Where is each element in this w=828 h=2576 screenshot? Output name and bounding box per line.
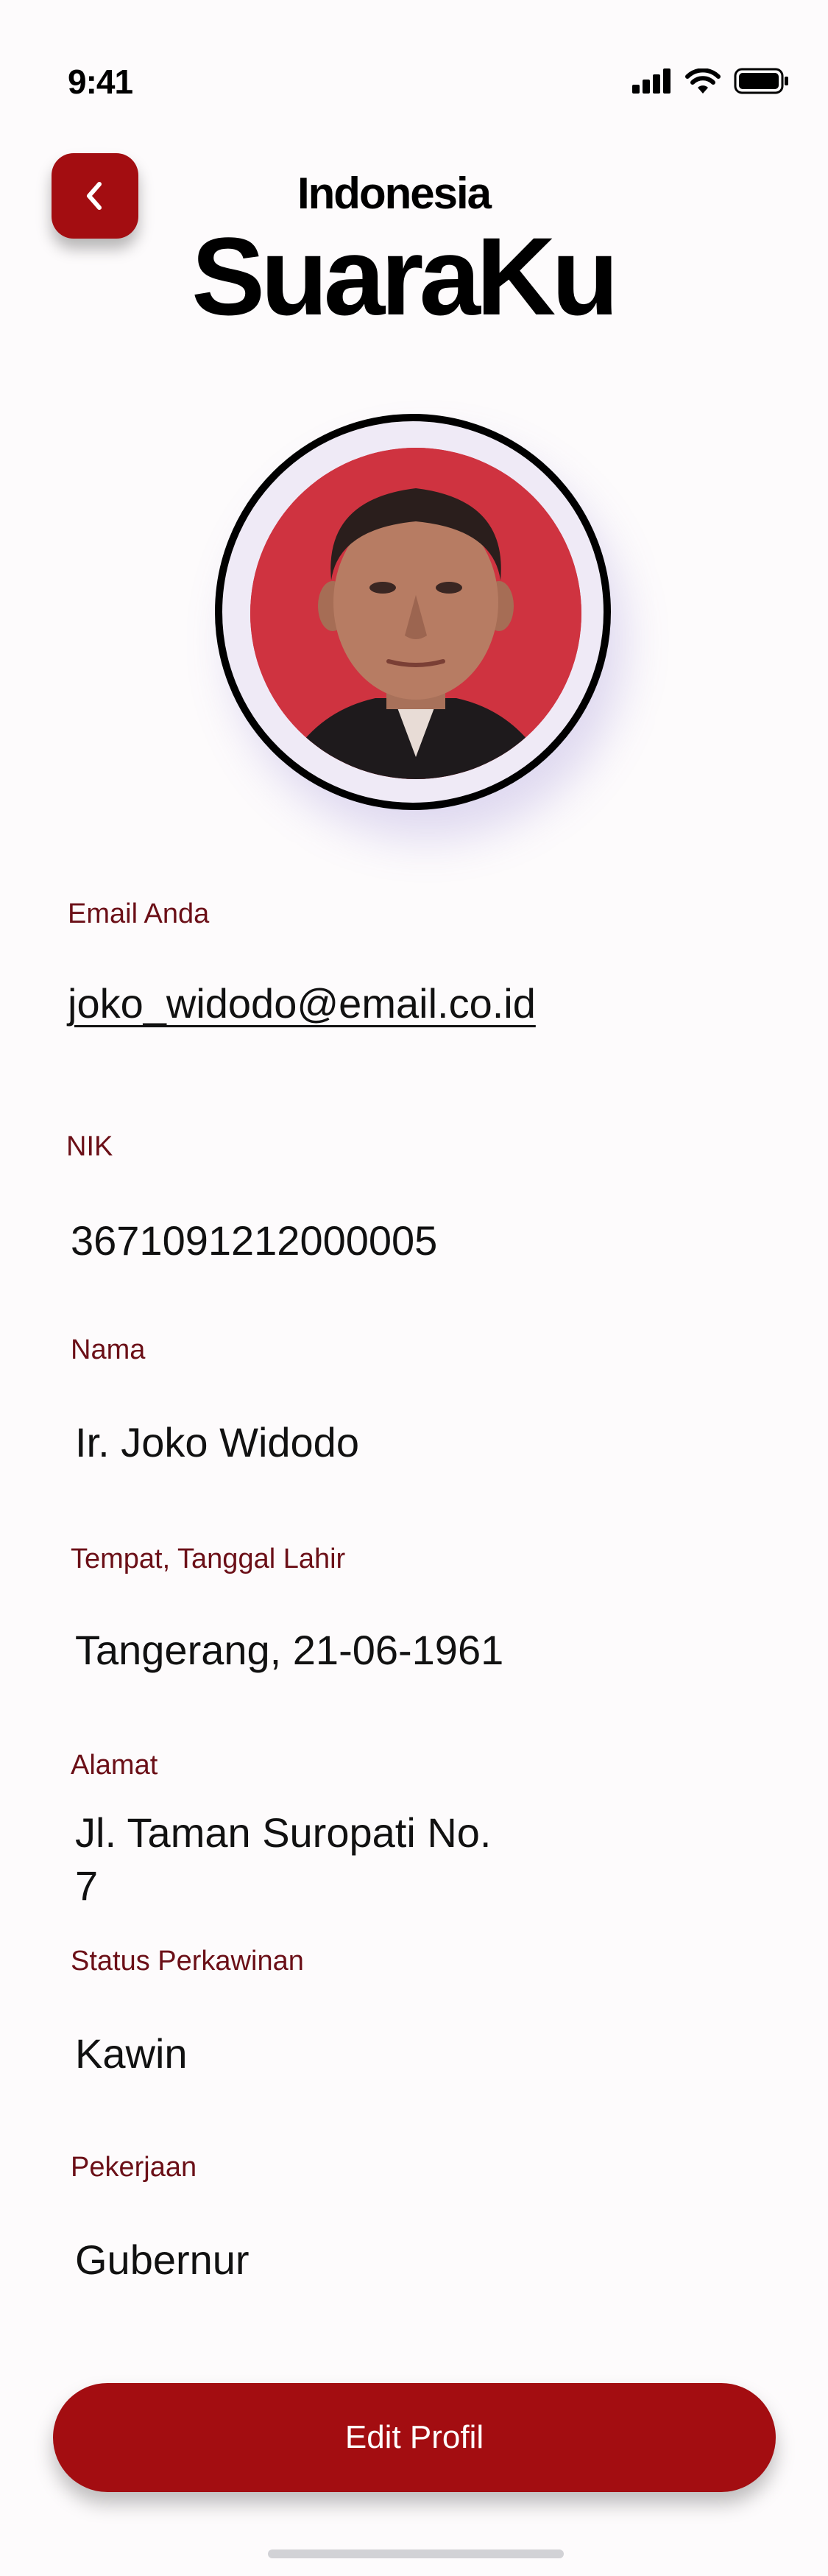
wifi-icon [685,68,721,94]
home-indicator [268,2549,564,2558]
marital-label: Status Perkawinan [71,1946,304,1977]
nik-value: 3671091212000005 [71,1217,438,1264]
name-label: Nama [71,1334,146,1365]
battery-icon [734,68,788,94]
app-subtitle: Indonesia [297,169,492,218]
avatar [250,448,581,779]
marital-value: Kawin [75,2030,188,2077]
email-link[interactable]: joko_widodo@email.co.id [68,979,536,1027]
address-line-1: Jl. Taman Suropati No. [75,1809,492,1856]
profile-photo [250,448,581,779]
app-title: SuaraKu [191,214,619,338]
email-label: Email Anda [68,898,210,929]
name-value: Ir. Joko Widodo [75,1419,359,1465]
birth-value: Tangerang, 21-06-1961 [75,1627,504,1673]
edit-profile-button[interactable]: Edit Profil [53,2383,776,2492]
status-time: 9:41 [68,63,133,101]
address-label: Alamat [71,1750,158,1781]
nik-label: NIK [66,1131,113,1162]
status-icons [632,68,790,94]
birth-label: Tempat, Tanggal Lahir [71,1544,346,1574]
job-label: Pekerjaan [71,2152,197,2183]
job-value: Gubernur [75,2237,250,2283]
cellular-signal-icon [632,68,670,94]
address-line-2: 7 [75,1862,99,1909]
edit-profile-label: Edit Profil [344,2419,484,2455]
